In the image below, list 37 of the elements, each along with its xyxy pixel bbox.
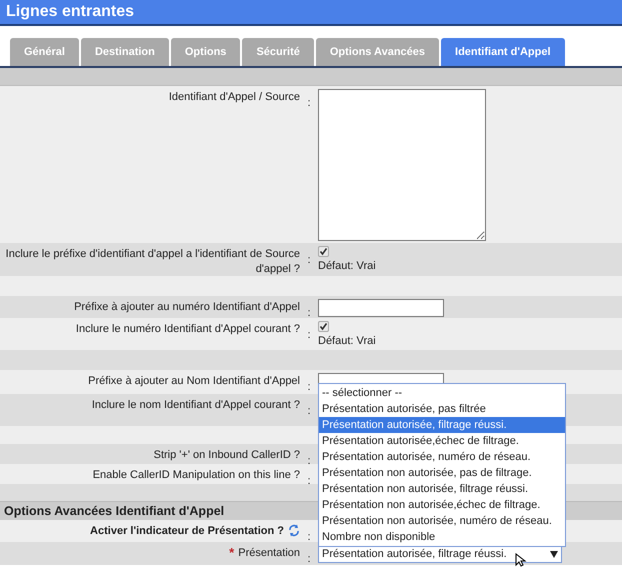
field-label: Identifiant d'Appel / Source <box>168 90 300 105</box>
field-label: Strip '+' on Inbound CallerID ? <box>154 448 300 463</box>
dropdown-option[interactable]: Présentation non autorisée,échec de filtrage. <box>319 497 565 513</box>
dropdown-option[interactable]: Nombre non disponible <box>319 529 565 545</box>
field-label: Inclure le nom Identifiant d'Appel courant ? <box>92 398 300 413</box>
field-label: Inclure le préfixe d'identifiant d'appel a l'identifiant de Source d'appel ? <box>4 247 300 277</box>
dropdown-option[interactable]: Présentation non autorisée, filtrage réussi. <box>319 481 565 497</box>
dropdown-option[interactable]: Présentation autorisée, filtrage réussi. <box>319 417 565 433</box>
colon: : <box>307 553 311 565</box>
field-label: Enable CallerID Manipulation on this line ? <box>92 468 300 483</box>
colon: : <box>307 475 311 487</box>
colon: : <box>307 381 311 393</box>
colon: : <box>307 329 311 341</box>
dropdown-option[interactable]: Présentation autorisée, pas filtrée <box>319 401 565 417</box>
dropdown-option[interactable]: Présentation autorisée, numéro de réseau. <box>319 449 565 465</box>
field-label: Présentation <box>238 546 300 561</box>
field-label: Préfixe à ajouter au Nom Identifiant d'Appel <box>88 374 300 389</box>
tab[interactable]: Identifiant d'Appel <box>441 38 565 66</box>
colon: : <box>307 405 311 417</box>
dropdown-option[interactable]: Présentation autorisée,échec de filtrage. <box>319 433 565 449</box>
colon: : <box>307 531 311 543</box>
dropdown-option[interactable]: Présentation non autorisée, pas de filtrage. <box>319 465 565 481</box>
default-value: Défaut: Vrai <box>318 334 376 349</box>
field-label: Préfixe à ajouter au numéro Identifiant d'Appel <box>74 300 300 315</box>
presentation-select[interactable]: Présentation autorisée, filtrage réussi. <box>318 546 562 563</box>
required-mark: * <box>229 546 234 560</box>
dropdown-option[interactable]: -- sélectionner -- <box>319 385 565 401</box>
default-value: Défaut: Vrai <box>318 259 376 274</box>
dropdown-option[interactable]: Présentation non autorisée, numéro de réseau. <box>319 513 565 529</box>
field-label: Inclure le numéro Identifiant d'Appel courant ? <box>76 322 300 337</box>
colon: : <box>307 97 311 109</box>
section-title: Options Avancées Identifiant d'Appel <box>4 502 224 520</box>
colon: : <box>307 455 311 467</box>
page-title: Lignes entrantes <box>6 2 134 22</box>
field-label: Activer l'indicateur de Présentation ? <box>90 524 284 539</box>
colon: : <box>307 254 311 266</box>
colon: : <box>307 307 311 319</box>
